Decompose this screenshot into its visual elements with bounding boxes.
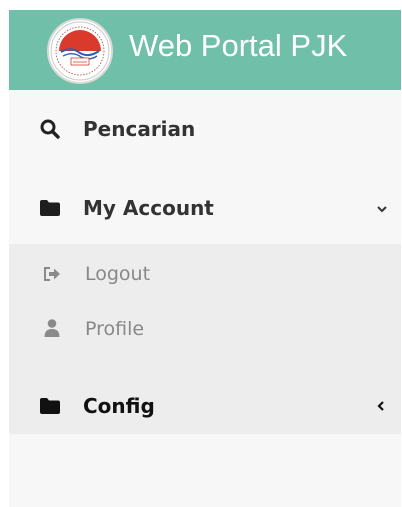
sidebar-item-search[interactable]: Pencarian bbox=[9, 90, 401, 168]
sidebar-item-my-account[interactable]: My Account bbox=[9, 168, 401, 244]
sidebar-item-label: Pencarian bbox=[83, 117, 196, 141]
app-title: Web Portal PJK bbox=[129, 28, 348, 63]
sidebar-item-config[interactable]: Config bbox=[9, 368, 401, 434]
sidebar-item-label: Logout bbox=[85, 263, 151, 285]
sidebar-item-label: My Account bbox=[83, 196, 214, 220]
seal-emblem-icon[interactable] bbox=[47, 18, 113, 84]
chevron-down-icon bbox=[377, 206, 387, 213]
folder-icon bbox=[39, 396, 61, 416]
app-header: Web Portal PJK bbox=[9, 10, 401, 90]
sidebar-item-logout[interactable]: Logout bbox=[9, 244, 401, 300]
sidebar-item-label: Profile bbox=[85, 318, 145, 340]
sidebar: Web Portal PJK Pencarian My Account Logo… bbox=[9, 10, 401, 507]
sidebar-item-profile[interactable]: Profile bbox=[9, 300, 401, 356]
sidebar-item-label: Config bbox=[83, 394, 155, 418]
my-account-submenu: Logout Profile Config bbox=[9, 244, 401, 434]
user-icon bbox=[41, 318, 63, 338]
search-icon bbox=[39, 119, 61, 139]
chevron-left-icon bbox=[377, 401, 384, 411]
sign-out-icon bbox=[41, 264, 63, 284]
folder-icon bbox=[39, 198, 61, 218]
